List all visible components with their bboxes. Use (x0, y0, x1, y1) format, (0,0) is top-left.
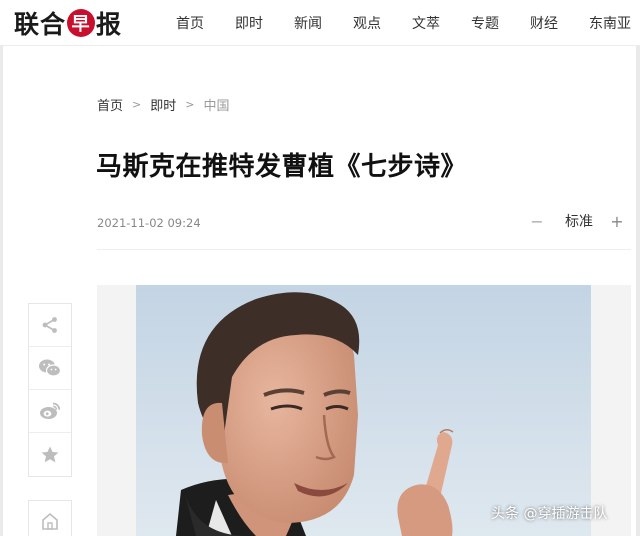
font-size-control: − 标准 + (530, 209, 624, 233)
nav-item-finance[interactable]: 财经 (530, 13, 558, 33)
meta-divider (97, 249, 631, 250)
font-increase-button[interactable]: + (610, 212, 624, 231)
weibo-icon (40, 402, 61, 419)
nav-item-opinion[interactable]: 观点 (353, 13, 381, 33)
share-icon (42, 317, 57, 333)
bookmark-button[interactable] (29, 433, 71, 476)
article-timestamp: 2021-11-02 09:24 (97, 216, 201, 230)
nav-item-topics[interactable]: 专题 (471, 13, 499, 33)
main-nav: 首页 即时 新闻 观点 文萃 专题 财经 东南亚 (176, 0, 631, 46)
font-size-label: 标准 (565, 214, 593, 230)
page-frame-left (0, 46, 3, 536)
wechat-icon (39, 359, 62, 377)
nav-item-news[interactable]: 新闻 (294, 13, 322, 33)
site-logo[interactable]: 联合早报 (14, 6, 122, 40)
share-rail (28, 303, 72, 477)
breadcrumb: 首页 > 即时 > 中国 (97, 94, 229, 114)
home-button[interactable] (28, 500, 72, 536)
nav-item-digest[interactable]: 文萃 (412, 13, 440, 33)
breadcrumb-current[interactable]: 中国 (203, 95, 229, 114)
breadcrumb-separator: > (132, 97, 142, 111)
breadcrumb-section[interactable]: 即时 (150, 95, 176, 114)
article-title: 马斯克在推特发曹植《七步诗》 (96, 152, 468, 182)
page-frame-right (636, 46, 640, 536)
nav-item-home[interactable]: 首页 (176, 13, 204, 33)
breadcrumb-separator: > (185, 97, 195, 111)
article-photo (136, 285, 591, 536)
wechat-share-button[interactable] (29, 347, 71, 390)
watermark: 头条 @穿插游击队 (491, 506, 608, 522)
share-button[interactable] (29, 304, 71, 347)
font-decrease-button[interactable]: − (530, 212, 544, 231)
weibo-share-button[interactable] (29, 390, 71, 433)
nav-item-instant[interactable]: 即时 (235, 13, 263, 33)
breadcrumb-home[interactable]: 首页 (97, 95, 123, 114)
nav-item-southeast-asia[interactable]: 东南亚 (589, 13, 631, 33)
home-icon (42, 512, 58, 530)
bookmark-star-icon (41, 446, 59, 462)
top-navigation-bar: 联合早报 首页 即时 新闻 观点 文萃 专题 财经 东南亚 (0, 0, 640, 46)
